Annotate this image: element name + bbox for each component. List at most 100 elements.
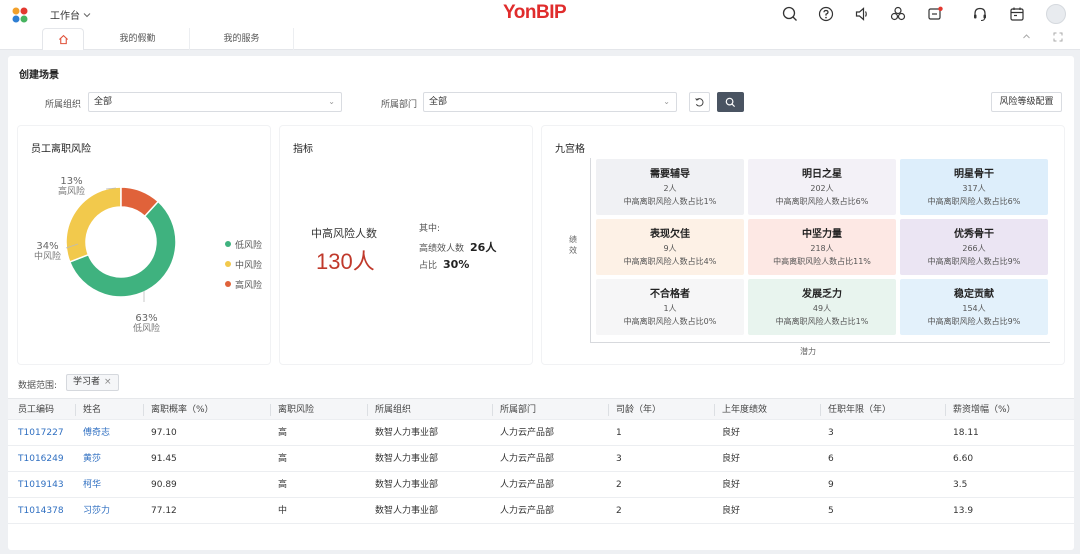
collapse-icon[interactable]	[1022, 32, 1031, 44]
brand-logo: YonBIP	[503, 2, 567, 23]
grid-cell-count: 154人	[962, 304, 986, 313]
grid-cell-count: 202人	[810, 184, 834, 193]
learner-filter-tag[interactable]: 学习者 ×	[66, 374, 119, 391]
table-cell: 数智人力事业部	[375, 506, 439, 516]
risk-legend: 低风险 中风险 高风险	[225, 234, 262, 294]
table-row[interactable]: T1016249 黄莎 91.45 高 数智人力事业部 人力云产品部 3 良好 6 6.60	[8, 446, 1074, 472]
table-cell: 2	[616, 480, 622, 490]
grid-cell-rising-star[interactable]: 明日之星 202人 中高离职风险人数占比6%	[748, 159, 896, 215]
column-divider[interactable]	[75, 404, 76, 416]
app-logo-icon[interactable]	[11, 6, 29, 24]
indicator-card-title: 指标	[293, 144, 313, 155]
grid-cell-excellent-backbone[interactable]: 优秀骨干 266人 中高离职风险人数占比9%	[900, 219, 1048, 275]
employee-name-link[interactable]: 黄莎	[83, 446, 101, 472]
table-cell: 6	[828, 454, 834, 464]
column-divider[interactable]	[945, 404, 946, 416]
table-cell: 数智人力事业部	[375, 454, 439, 464]
org-select[interactable]: 全部 ⌄	[88, 92, 342, 112]
grid-cell-core-force[interactable]: 中坚力量 218人 中高离职风险人数占比11%	[748, 219, 896, 275]
employee-code-link[interactable]: T1019143	[18, 472, 64, 498]
calendar-icon[interactable]	[1008, 5, 1026, 23]
help-icon[interactable]	[817, 5, 835, 23]
column-header[interactable]: 所属部门	[500, 399, 536, 421]
column-header[interactable]: 离职概率（%）	[151, 399, 214, 421]
employee-code-link[interactable]: T1016249	[18, 446, 64, 472]
column-header[interactable]: 所属组织	[375, 399, 411, 421]
column-header[interactable]: 员工编码	[18, 399, 54, 421]
grid-cell-title: 发展乏力	[802, 289, 842, 300]
legend-item-mid[interactable]: 中风险	[225, 254, 262, 274]
headset-icon[interactable]	[971, 5, 989, 23]
grid-cell-count: 9人	[663, 244, 677, 253]
low-risk-label: 63% 低风险	[133, 313, 160, 335]
column-header[interactable]: 上年度绩效	[722, 399, 767, 421]
workspace-switcher[interactable]: 工作台	[50, 7, 91, 22]
grid-cell-count: 1人	[663, 304, 677, 313]
table-cell: 数智人力事业部	[375, 428, 439, 438]
column-header[interactable]: 任职年限（年）	[828, 399, 891, 421]
tab-my-attendance[interactable]: 我的假勤	[86, 28, 190, 50]
slice-mid-risk[interactable]	[65, 186, 122, 263]
grid-cell-title: 中坚力量	[802, 229, 842, 240]
indicator-side-title: 其中:	[419, 224, 441, 234]
column-header[interactable]: 离职风险	[278, 399, 314, 421]
page-title: 创建场景	[19, 70, 59, 81]
fullscreen-icon[interactable]	[1053, 32, 1063, 45]
tab-my-services[interactable]: 我的服务	[190, 28, 294, 50]
column-header[interactable]: 司龄（年）	[616, 399, 661, 421]
dept-filter-label: 所属部门	[381, 100, 418, 110]
indicator-card: 指标 中高风险人数 130人 其中: 高绩效人数 26人 占比 30%	[279, 125, 533, 365]
grid-cell-underperformer[interactable]: 表现欠佳 9人 中高离职风险人数占比4%	[596, 219, 744, 275]
employee-code-link[interactable]: T1017227	[18, 420, 64, 446]
column-divider[interactable]	[367, 404, 368, 416]
message-icon[interactable]	[926, 5, 944, 23]
table-row[interactable]: T1017227 傅奇志 97.10 高 数智人力事业部 人力云产品部 1 良好 3 18.11	[8, 420, 1074, 446]
apps-icon[interactable]	[889, 5, 907, 23]
column-header[interactable]: 薪资增幅（%）	[953, 399, 1016, 421]
column-divider[interactable]	[143, 404, 144, 416]
risk-level-config-button[interactable]: 风险等级配置	[991, 92, 1062, 112]
column-divider[interactable]	[270, 404, 271, 416]
avatar[interactable]	[1046, 4, 1066, 24]
table-cell: 3	[616, 454, 622, 464]
low-risk-pct: 63%	[135, 313, 158, 324]
reset-button[interactable]	[689, 92, 710, 112]
dept-select[interactable]: 全部 ⌄	[423, 92, 677, 112]
grid-cell-count: 49人	[812, 304, 832, 313]
column-divider[interactable]	[608, 404, 609, 416]
employee-name-link[interactable]: 柯华	[83, 472, 101, 498]
search-icon[interactable]	[781, 5, 799, 23]
search-icon	[725, 97, 736, 107]
table-row[interactable]: T1019143 柯华 90.89 高 数智人力事业部 人力云产品部 2 良好 9 3.5	[8, 472, 1074, 498]
dept-select-value: 全部	[429, 97, 448, 107]
mid-high-risk-count-value: 130人	[316, 249, 375, 274]
tab-home[interactable]	[42, 28, 84, 50]
ratio-value: 30%	[443, 258, 470, 271]
column-divider[interactable]	[820, 404, 821, 416]
grid-cell-title: 需要辅导	[650, 169, 690, 180]
employee-name-link[interactable]: 傅奇志	[83, 420, 110, 446]
org-select-value: 全部	[94, 97, 113, 107]
high-risk-pct: 13%	[60, 176, 83, 187]
column-divider[interactable]	[492, 404, 493, 416]
grid-cell-lacking-growth[interactable]: 发展乏力 49人 中高离职风险人数占比1%	[748, 279, 896, 335]
chevron-down-icon: ⌄	[663, 97, 670, 106]
search-button[interactable]	[717, 92, 744, 112]
legend-item-high[interactable]: 高风险	[225, 274, 262, 294]
employee-code-link[interactable]: T1014378	[18, 498, 64, 524]
speaker-icon[interactable]	[853, 5, 871, 23]
table-row[interactable]: T1014378 习莎力 77.12 中 数智人力事业部 人力云产品部 2 良好 5 13.9	[8, 498, 1074, 524]
close-icon[interactable]: ×	[104, 375, 112, 390]
grid-cell-needs-coaching[interactable]: 需要辅导 2人 中高离职风险人数占比1%	[596, 159, 744, 215]
table-cell: 高	[278, 428, 288, 438]
column-divider[interactable]	[714, 404, 715, 416]
grid-cell-ratio: 中高离职风险人数占比11%	[773, 257, 871, 266]
grid-cell-stable-contributor[interactable]: 稳定贡献 154人 中高离职风险人数占比9%	[900, 279, 1048, 335]
grid-cell-unqualified[interactable]: 不合格者 1人 中高离职风险人数占比0%	[596, 279, 744, 335]
grid-cell-ratio: 中高离职风险人数占比0%	[623, 317, 717, 326]
column-header[interactable]: 姓名	[83, 399, 101, 421]
grid-cell-star-backbone[interactable]: 明星骨干 317人 中高离职风险人数占比6%	[900, 159, 1048, 215]
employee-name-link[interactable]: 习莎力	[83, 498, 110, 524]
mid-risk-pct: 34%	[36, 241, 59, 252]
legend-item-low[interactable]: 低风险	[225, 234, 262, 254]
